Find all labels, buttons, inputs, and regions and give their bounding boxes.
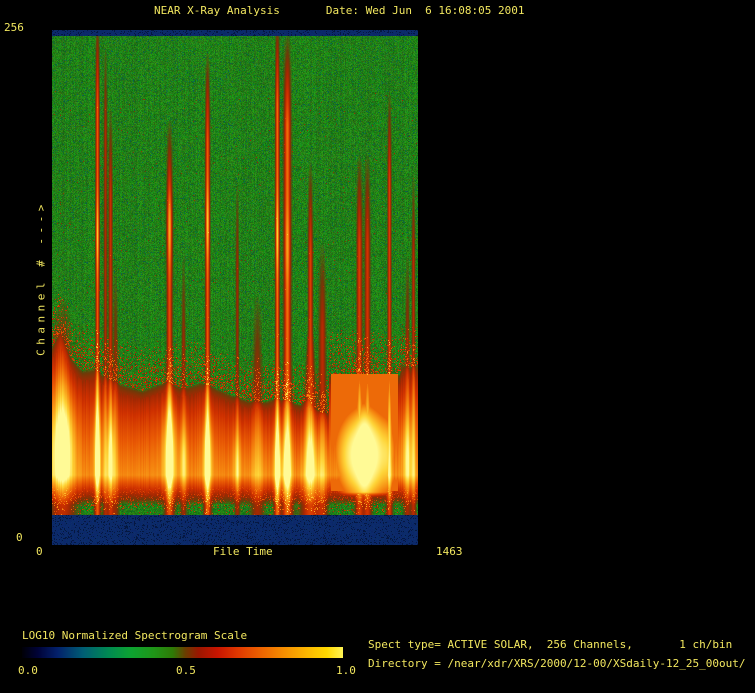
y-axis-max-tick: 256 bbox=[4, 21, 24, 34]
colorbar-tick-mid: 0.5 bbox=[176, 664, 196, 677]
spect-type-line: Spect type= ACTIVE SOLAR, 256 Channels, … bbox=[368, 638, 733, 651]
title-row: NEAR X-Ray Analysis Date: Wed Jun 6 16:0… bbox=[154, 4, 525, 17]
colorbar-tick-max: 1.0 bbox=[336, 664, 356, 677]
directory-line: Directory = /near/xdr/XRS/2000/12-00/XSd… bbox=[368, 657, 746, 670]
colorbar-tick-min: 0.0 bbox=[18, 664, 38, 677]
near-xray-analysis-window: NEAR X-Ray Analysis Date: Wed Jun 6 16:0… bbox=[0, 0, 755, 693]
header-date: Date: Wed Jun 6 16:08:05 2001 bbox=[325, 4, 525, 17]
spectrogram-canvas bbox=[52, 30, 418, 545]
colorbar-gradient bbox=[22, 647, 343, 658]
x-axis-label: File Time bbox=[213, 545, 273, 558]
y-axis-min-tick: 0 bbox=[16, 531, 23, 544]
page-title: NEAR X-Ray Analysis bbox=[154, 4, 280, 17]
x-axis-max-tick: 1463 bbox=[436, 545, 463, 558]
y-axis-label: Channel # ---> bbox=[34, 200, 48, 356]
x-axis-min-tick: 0 bbox=[36, 545, 43, 558]
colorbar-label: LOG10 Normalized Spectrogram Scale bbox=[22, 629, 248, 642]
